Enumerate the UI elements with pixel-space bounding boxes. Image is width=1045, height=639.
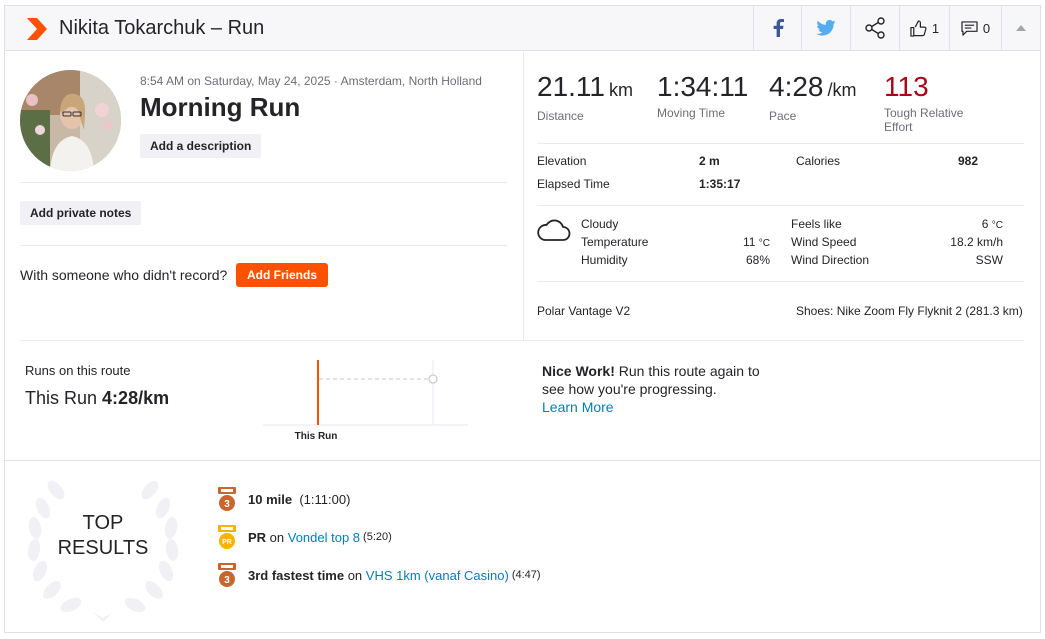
add-friends-button[interactable]: Add Friends bbox=[236, 263, 329, 287]
collapse-button[interactable] bbox=[1001, 6, 1040, 50]
device-name: Polar Vantage V2 bbox=[537, 304, 631, 318]
add-private-notes-button[interactable]: Add private notes bbox=[20, 201, 142, 225]
medal-icon: 3 bbox=[218, 563, 236, 587]
distance-value: 21.11 bbox=[537, 71, 605, 102]
effort-label: Tough Relative Effort bbox=[884, 106, 964, 134]
moving-time-label: Moving Time bbox=[657, 106, 726, 120]
avatar[interactable] bbox=[20, 70, 121, 171]
top-result-item: PR PR on Vondel top 8 (5:20) bbox=[215, 524, 392, 550]
divider bbox=[537, 205, 1024, 206]
elevation-value: 2 m bbox=[699, 154, 720, 168]
medal-icon: 3 bbox=[218, 487, 236, 511]
pace-label: Pace bbox=[769, 109, 797, 123]
top-results-title: TOP RESULTS bbox=[57, 512, 149, 559]
activity-title: Morning Run bbox=[140, 92, 301, 122]
svg-text:PR: PR bbox=[222, 539, 232, 546]
vertical-divider bbox=[523, 52, 524, 340]
pace-unit: /km bbox=[827, 80, 857, 100]
divider bbox=[20, 245, 507, 246]
this-run-pace: This Run 4:28/km bbox=[25, 388, 170, 408]
runs-on-route-label: Runs on this route bbox=[25, 363, 131, 378]
distance-unit: km bbox=[609, 80, 633, 100]
elevation-label: Elevation bbox=[537, 154, 587, 168]
top-result-item: 3 3rd fastest time on VHS 1km (vanaf Cas… bbox=[215, 562, 541, 588]
wind-speed-label: Wind Speed bbox=[791, 235, 857, 249]
distance-label: Distance bbox=[537, 109, 584, 123]
humidity-label: Humidity bbox=[581, 253, 628, 267]
svg-text:3: 3 bbox=[224, 575, 230, 586]
effort-value: 113 bbox=[884, 71, 929, 102]
route-chart-point[interactable] bbox=[428, 374, 438, 384]
stat-pace: 4:28/km Pace bbox=[769, 71, 857, 124]
cloud-icon bbox=[537, 219, 571, 241]
divider bbox=[20, 340, 1024, 341]
twitter-share-button[interactable] bbox=[801, 6, 850, 50]
nice-work-message: Nice Work! Run this route again to see h… bbox=[542, 363, 760, 415]
strava-logo-icon bbox=[27, 18, 47, 40]
activity-header: Nikita Tokarchuk – Run 1 0 bbox=[5, 6, 1040, 51]
medal-icon: PR bbox=[218, 525, 236, 549]
facebook-share-button[interactable] bbox=[753, 6, 801, 50]
elapsed-time-value: 1:35:17 bbox=[699, 177, 741, 191]
activity-card: Nikita Tokarchuk – Run 1 0 8:54 AM on Sa… bbox=[4, 5, 1041, 633]
segment-link[interactable]: VHS 1km (vanaf Casino) bbox=[366, 568, 509, 583]
humidity-value: 68% bbox=[745, 253, 770, 267]
feels-like-label: Feels like bbox=[791, 217, 842, 231]
divider bbox=[537, 143, 1024, 144]
temperature-value: 11 °C bbox=[742, 235, 770, 249]
comment-count: 0 bbox=[982, 20, 991, 36]
twitter-icon bbox=[816, 20, 836, 36]
shoes-info: Shoes: Nike Zoom Fly Flyknit 2 (281.3 km… bbox=[796, 304, 1023, 318]
elapsed-time-label: Elapsed Time bbox=[537, 177, 610, 191]
comment-icon bbox=[961, 20, 978, 36]
route-comparison-chart[interactable]: This Run bbox=[263, 356, 473, 456]
page-title: Nikita Tokarchuk – Run bbox=[59, 17, 265, 39]
kudos-button[interactable]: 1 bbox=[899, 6, 949, 50]
comment-button[interactable]: 0 bbox=[949, 6, 1001, 50]
feels-like-value: 6 °C bbox=[981, 217, 1003, 231]
calories-value: 982 bbox=[958, 154, 979, 168]
learn-more-link[interactable]: Learn More bbox=[542, 399, 614, 415]
stat-relative-effort[interactable]: 113 Tough Relative Effort bbox=[884, 71, 994, 135]
weather-condition: Cloudy bbox=[581, 217, 619, 231]
divider bbox=[5, 460, 1040, 461]
wind-speed-value: 18.2 km/h bbox=[950, 235, 1003, 249]
add-description-button[interactable]: Add a description bbox=[140, 134, 262, 158]
share-icon bbox=[865, 17, 885, 39]
avatar-photo bbox=[20, 70, 121, 171]
this-run-caption: This Run bbox=[295, 431, 338, 442]
segment-link[interactable]: Vondel top 8 bbox=[288, 530, 360, 545]
divider bbox=[537, 281, 1024, 282]
wind-direction-value: SSW bbox=[975, 253, 1003, 267]
activity-meta: 8:54 AM on Saturday, May 24, 2025 · Amst… bbox=[140, 74, 482, 88]
calories-label: Calories bbox=[796, 154, 841, 168]
kudos-count: 1 bbox=[931, 20, 940, 36]
share-button[interactable] bbox=[850, 6, 899, 50]
temperature-label: Temperature bbox=[581, 235, 649, 249]
divider bbox=[20, 182, 507, 183]
moving-time-value: 1:34:11 bbox=[657, 71, 749, 102]
thumbs-up-icon bbox=[910, 19, 927, 37]
top-result-item: 3 10 mile (1:11:00) bbox=[215, 486, 350, 512]
stat-distance: 21.11 km Distance bbox=[537, 71, 633, 124]
svg-text:3: 3 bbox=[224, 499, 230, 510]
pace-value: 4:28 bbox=[769, 71, 824, 102]
with-someone-label: With someone who didn't record? bbox=[20, 267, 228, 283]
facebook-icon bbox=[773, 19, 784, 37]
stat-moving-time: 1:34:11 Moving Time bbox=[657, 71, 749, 121]
caret-up-icon bbox=[1016, 25, 1026, 31]
wind-direction-label: Wind Direction bbox=[791, 253, 870, 267]
